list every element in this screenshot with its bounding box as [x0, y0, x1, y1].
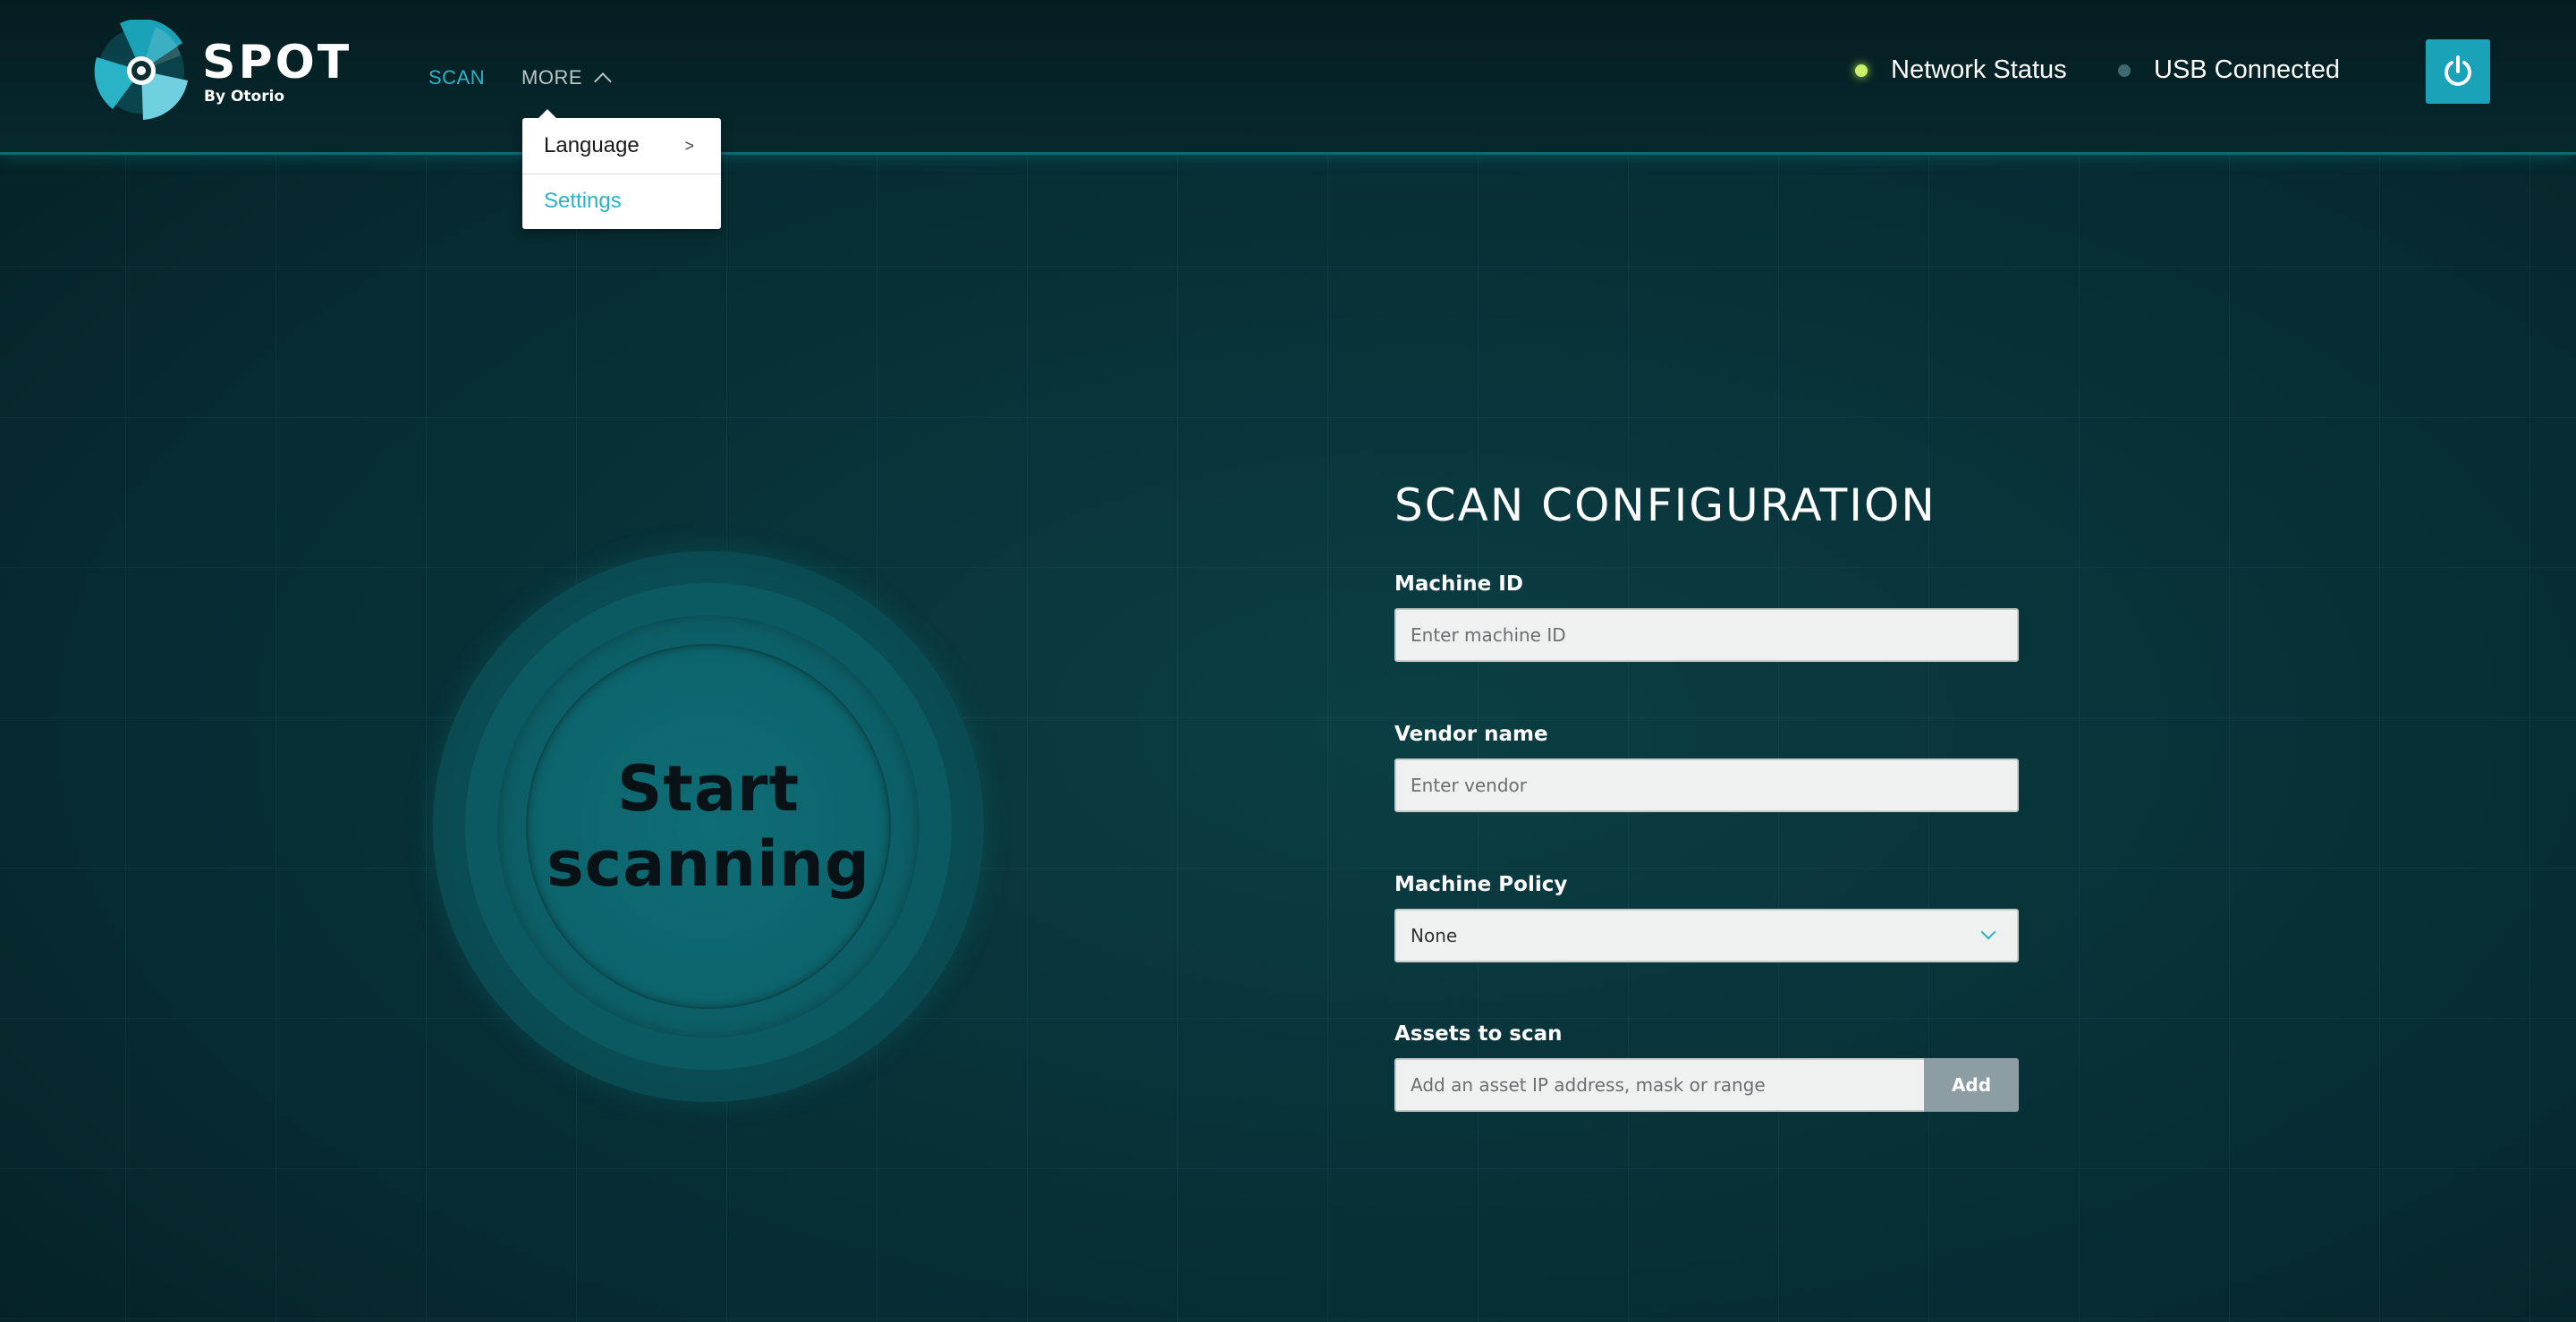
- add-asset-button[interactable]: Add: [1924, 1058, 2019, 1112]
- usb-status: USB Connected: [2118, 55, 2340, 85]
- menu-item-language[interactable]: Language >: [522, 131, 721, 174]
- machine-id-label: Machine ID: [1394, 572, 1523, 596]
- network-status: Network Status: [1855, 55, 2067, 85]
- network-status-indicator-icon: [1855, 64, 1868, 77]
- menu-item-language-label: Language: [544, 133, 640, 157]
- menu-item-settings-label: Settings: [544, 189, 622, 213]
- chevron-right-icon: >: [684, 137, 694, 155]
- usb-status-indicator-icon: [2118, 64, 2131, 77]
- power-button[interactable]: [2426, 39, 2490, 104]
- scan-configuration-title: SCAN CONFIGURATION: [1394, 479, 1936, 531]
- logo-subtext: By Otorio: [204, 88, 285, 106]
- start-scanning-button[interactable]: Start scanning: [528, 646, 889, 1007]
- assets-to-scan-input[interactable]: [1394, 1058, 1924, 1112]
- power-icon: [2445, 55, 2471, 86]
- spot-logo[interactable]: SPOT By Otorio: [93, 20, 361, 123]
- nav-more-label: MORE: [521, 66, 582, 89]
- network-status-label: Network Status: [1891, 55, 2067, 84]
- menu-item-settings[interactable]: Settings: [522, 186, 721, 222]
- machine-policy-select[interactable]: None: [1394, 909, 2019, 962]
- assets-to-scan-label: Assets to scan: [1394, 1022, 1563, 1046]
- spot-logo-icon: [94, 20, 188, 120]
- nav-more[interactable]: MORE: [521, 66, 612, 90]
- nav-scan[interactable]: SCAN: [428, 66, 485, 89]
- usb-status-label: USB Connected: [2154, 55, 2340, 84]
- more-dropdown-menu: Language > Settings: [522, 109, 721, 229]
- logo-text: SPOT: [202, 36, 352, 89]
- background-grid: [0, 152, 2576, 1322]
- top-header: SPOT By Otorio SCAN MORE Network Status …: [0, 0, 2576, 155]
- start-scanning-line1: Start: [616, 752, 801, 826]
- machine-policy-selected-value: None: [1411, 925, 1458, 946]
- vendor-name-label: Vendor name: [1394, 723, 1548, 746]
- machine-policy-label: Machine Policy: [1394, 873, 1568, 896]
- vendor-name-input[interactable]: [1394, 758, 2019, 812]
- start-scanning-line2: scanning: [547, 827, 870, 901]
- machine-id-input[interactable]: [1394, 608, 2019, 662]
- chevron-up-icon: [594, 72, 612, 90]
- chevron-down-icon: [1980, 924, 1996, 940]
